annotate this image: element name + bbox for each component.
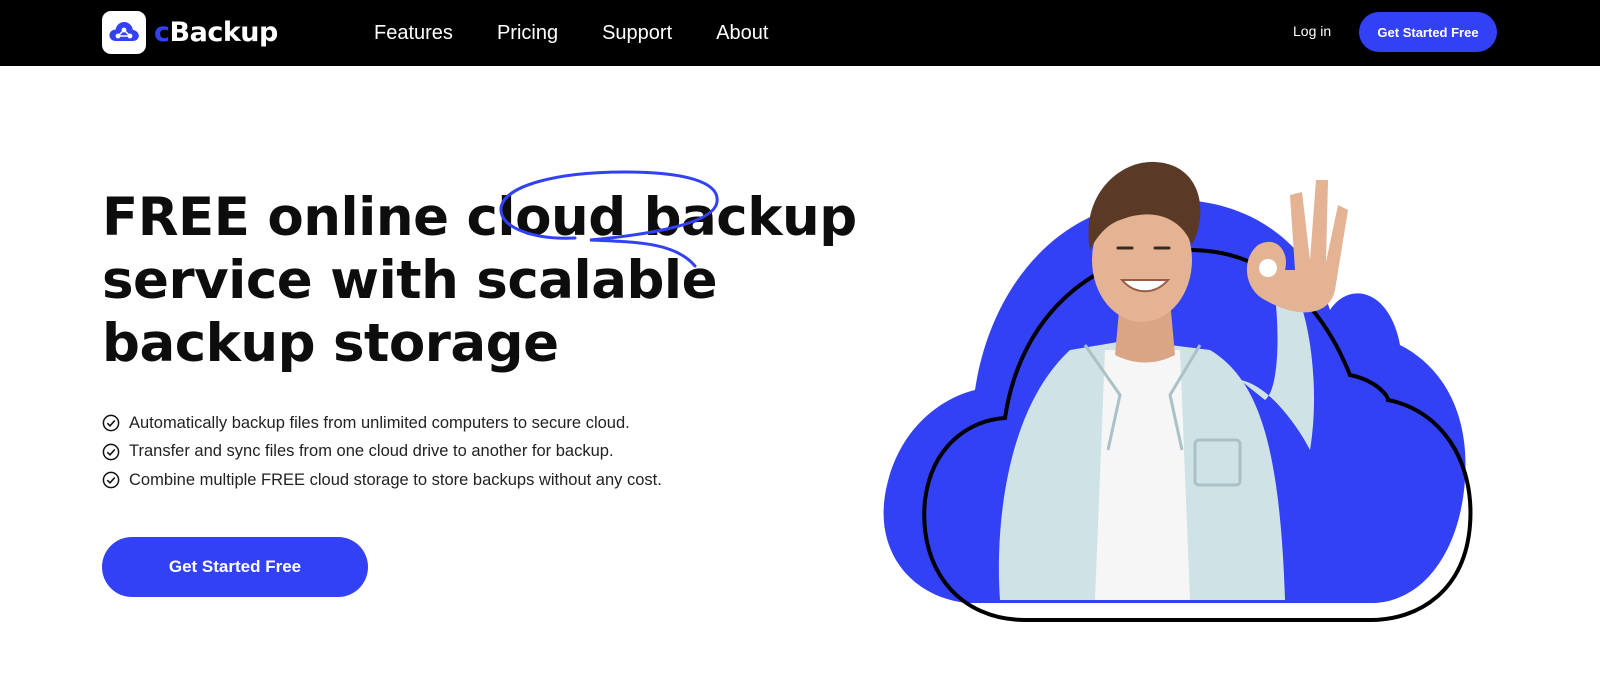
check-circle-icon [102, 414, 120, 432]
feature-item: Automatically backup files from unlimite… [102, 409, 662, 438]
feature-item: Transfer and sync files from one cloud d… [102, 438, 662, 467]
nav-link-features[interactable]: Features [374, 22, 453, 45]
feature-text: Transfer and sync files from one cloud d… [129, 442, 614, 461]
feature-item: Combine multiple FREE cloud storage to s… [102, 466, 662, 495]
nav-link-support[interactable]: Support [602, 22, 672, 45]
headline-line-3: backup storage [102, 313, 559, 374]
check-circle-icon [102, 443, 120, 461]
check-circle-icon [102, 471, 120, 489]
brand-name-rest: Backup [169, 16, 279, 48]
nav-link-pricing[interactable]: Pricing [497, 22, 558, 45]
brand-name-accent: c [154, 16, 170, 48]
feature-list: Automatically backup files from unlimite… [102, 409, 662, 495]
main-nav: Features Pricing Support About [374, 0, 812, 66]
nav-get-started-button[interactable]: Get Started Free [1359, 12, 1497, 52]
cloud-network-icon [102, 10, 146, 54]
feature-text: Automatically backup files from unlimite… [129, 413, 630, 432]
feature-text: Combine multiple FREE cloud storage to s… [129, 470, 662, 489]
headline-line-1: FREE online cloud backup [102, 187, 857, 248]
hero-headline: FREE online cloud backup service with sc… [102, 186, 862, 375]
nav-link-about[interactable]: About [716, 22, 768, 45]
headline-line-2: service with scalable [102, 250, 718, 311]
top-navbar: cBackup Features Pricing Support About L… [0, 0, 1600, 66]
login-link[interactable]: Log in [1293, 23, 1331, 39]
brand-logo[interactable]: cBackup [102, 10, 278, 54]
brand-name: cBackup [154, 17, 278, 48]
hero-get-started-button[interactable]: Get Started Free [102, 537, 368, 597]
hero-illustration [883, 161, 1473, 622]
